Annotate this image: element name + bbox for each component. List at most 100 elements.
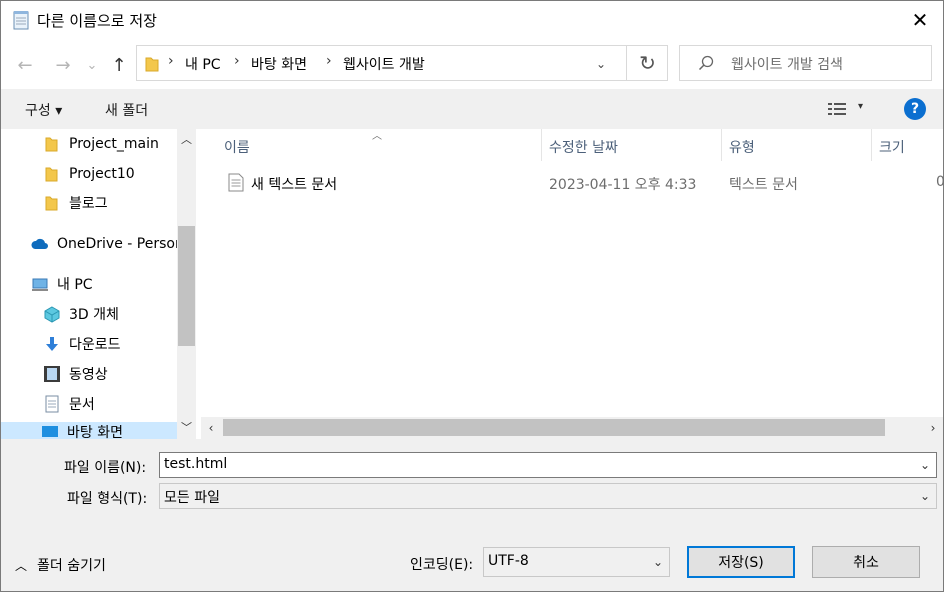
breadcrumb-separator: › [234,53,240,69]
breadcrumb-item-my-pc[interactable]: 내 PC [185,54,221,74]
search-placeholder: 웹사이트 개발 검색 [731,57,843,73]
folder-icon [45,167,58,182]
chevron-down-icon: ⌄ [86,57,98,73]
organize-button[interactable]: 구성 ▾ [25,100,62,120]
content-area: Project_main Project10 블로그 OneDrive - Pe… [1,129,944,439]
nav-item-label: 문서 [69,397,95,413]
nav-item-blog[interactable]: 블로그 [43,192,108,214]
table-row[interactable]: 새 텍스트 문서 2023-04-11 오후 4:33 텍스트 문서 0 [221,171,944,195]
view-details-icon[interactable] [827,101,847,117]
folder-icon [45,137,58,152]
file-name: 새 텍스트 문서 [251,177,338,193]
nav-item-3d-objects[interactable]: 3D 개체 [43,303,119,325]
chevron-up-icon: ︿ [181,133,192,146]
recent-locations-button[interactable]: ⌄ [83,53,101,77]
text-file-icon [228,173,244,192]
back-arrow-icon: ← [17,54,33,76]
close-button[interactable]: ✕ [897,1,943,39]
filename-value: test.html [164,456,228,472]
nav-item-downloads[interactable]: 다운로드 [43,333,121,355]
notepad-icon [13,11,29,30]
up-button[interactable]: ↑ [107,53,131,77]
new-folder-button[interactable]: 새 폴더 [105,100,148,120]
scroll-up-button[interactable]: ︿ [177,129,196,149]
help-icon[interactable]: ? [904,98,926,120]
nav-item-desktop[interactable]: 바탕 화면 [1,422,177,439]
breadcrumb-separator: › [168,53,174,69]
scroll-left-button[interactable]: ‹ [201,417,221,439]
hide-folders-label: 폴더 숨기기 [37,558,106,574]
cancel-button[interactable]: 취소 [812,546,920,578]
column-divider[interactable] [721,129,722,161]
scroll-thumb[interactable] [178,226,195,346]
filetype-select[interactable]: 모든 파일 ⌄ [159,483,937,509]
pc-icon [32,278,48,291]
view-options-dropdown[interactable]: ▾ [858,101,863,112]
file-type: 텍스트 문서 [729,177,798,193]
nav-item-my-pc[interactable]: 내 PC [31,273,93,295]
refresh-button[interactable]: ↻ [626,46,668,80]
nav-item-videos[interactable]: 동영상 [43,363,108,385]
filename-field[interactable]: test.html ⌄ [159,452,937,478]
chevron-down-icon: ⌄ [595,57,607,71]
sort-ascending-icon: ︿ [372,131,382,142]
column-header-type[interactable]: 유형 [729,137,755,157]
address-dropdown-button[interactable]: ⌄ [590,56,612,72]
scroll-right-button[interactable]: › [923,417,943,439]
document-icon [45,395,59,413]
up-arrow-icon: ↑ [111,54,127,76]
file-size: 0 [936,174,944,190]
chevron-up-icon: ︿ [15,558,28,573]
breadcrumb-item-website-dev[interactable]: 웹사이트 개발 [343,54,425,74]
download-icon [46,337,58,351]
column-header-modified[interactable]: 수정한 날짜 [549,137,618,157]
column-divider[interactable] [871,129,872,161]
nav-item-label: 바탕 화면 [67,425,123,439]
navigation-pane: Project_main Project10 블로그 OneDrive - Pe… [1,129,197,439]
folder-icon [145,57,159,72]
encoding-value: UTF-8 [488,553,529,569]
scroll-down-button[interactable]: ﹀ [177,417,196,437]
nav-item-label: OneDrive - Person [57,236,184,252]
nav-item-documents[interactable]: 문서 [43,393,95,415]
nav-item-project-main[interactable]: Project_main [43,133,159,155]
nav-item-label: 다운로드 [69,337,121,353]
column-divider[interactable] [541,129,542,161]
encoding-select[interactable]: UTF-8 ⌄ [483,547,670,577]
address-row: ← → ⌄ ↑ › 내 PC › 바탕 화면 › 웹사이트 개발 ⌄ ↻ 웹사이… [1,39,943,89]
hide-folders-button[interactable]: ︿ 폴더 숨기기 [15,555,106,575]
cube-icon [44,306,60,323]
breadcrumb-item-desktop[interactable]: 바탕 화면 [251,54,307,74]
save-as-dialog: 다른 이름으로 저장 ✕ ← → ⌄ ↑ › 내 PC › 바탕 화면 › 웹사… [0,0,944,592]
forward-button[interactable]: → [51,53,75,77]
filetype-value: 모든 파일 [164,490,220,506]
filename-label: 파일 이름(N): [64,460,147,476]
nav-item-label: Project10 [69,166,135,182]
nav-item-label: 블로그 [69,196,108,212]
back-button[interactable]: ← [13,53,37,77]
filetype-label: 파일 형식(T): [67,491,148,507]
nav-item-label: Project_main [69,136,159,152]
scroll-thumb[interactable] [223,419,885,436]
nav-item-label: 3D 개체 [69,307,119,323]
filelist-hscrollbar[interactable]: ‹ › [201,417,943,439]
file-list: ︿ 이름 수정한 날짜 유형 크기 새 텍스트 문서 2023-04-11 오후… [201,129,944,439]
breadcrumb-separator: › [326,53,332,69]
nav-item-project10[interactable]: Project10 [43,163,135,185]
desktop-icon [42,426,58,437]
nav-item-onedrive[interactable]: OneDrive - Person [31,233,184,255]
refresh-icon: ↻ [639,51,656,75]
chevron-down-icon: ﹀ [181,421,192,434]
chevron-down-icon[interactable]: ⌄ [920,458,930,472]
search-box[interactable]: 웹사이트 개발 검색 [679,45,932,81]
column-header-size[interactable]: 크기 [879,137,905,157]
address-bar[interactable]: › 내 PC › 바탕 화면 › 웹사이트 개발 ⌄ ↻ [136,45,668,81]
chevron-right-icon: › [930,421,936,435]
window-title: 다른 이름으로 저장 [37,12,157,30]
encoding-label: 인코딩(E): [410,557,474,573]
close-icon: ✕ [911,8,929,32]
column-header-name[interactable]: 이름 [224,137,250,157]
forward-arrow-icon: → [55,54,71,76]
navpane-scrollbar[interactable]: ︿ ﹀ [177,129,196,439]
save-button[interactable]: 저장(S) [687,546,795,578]
